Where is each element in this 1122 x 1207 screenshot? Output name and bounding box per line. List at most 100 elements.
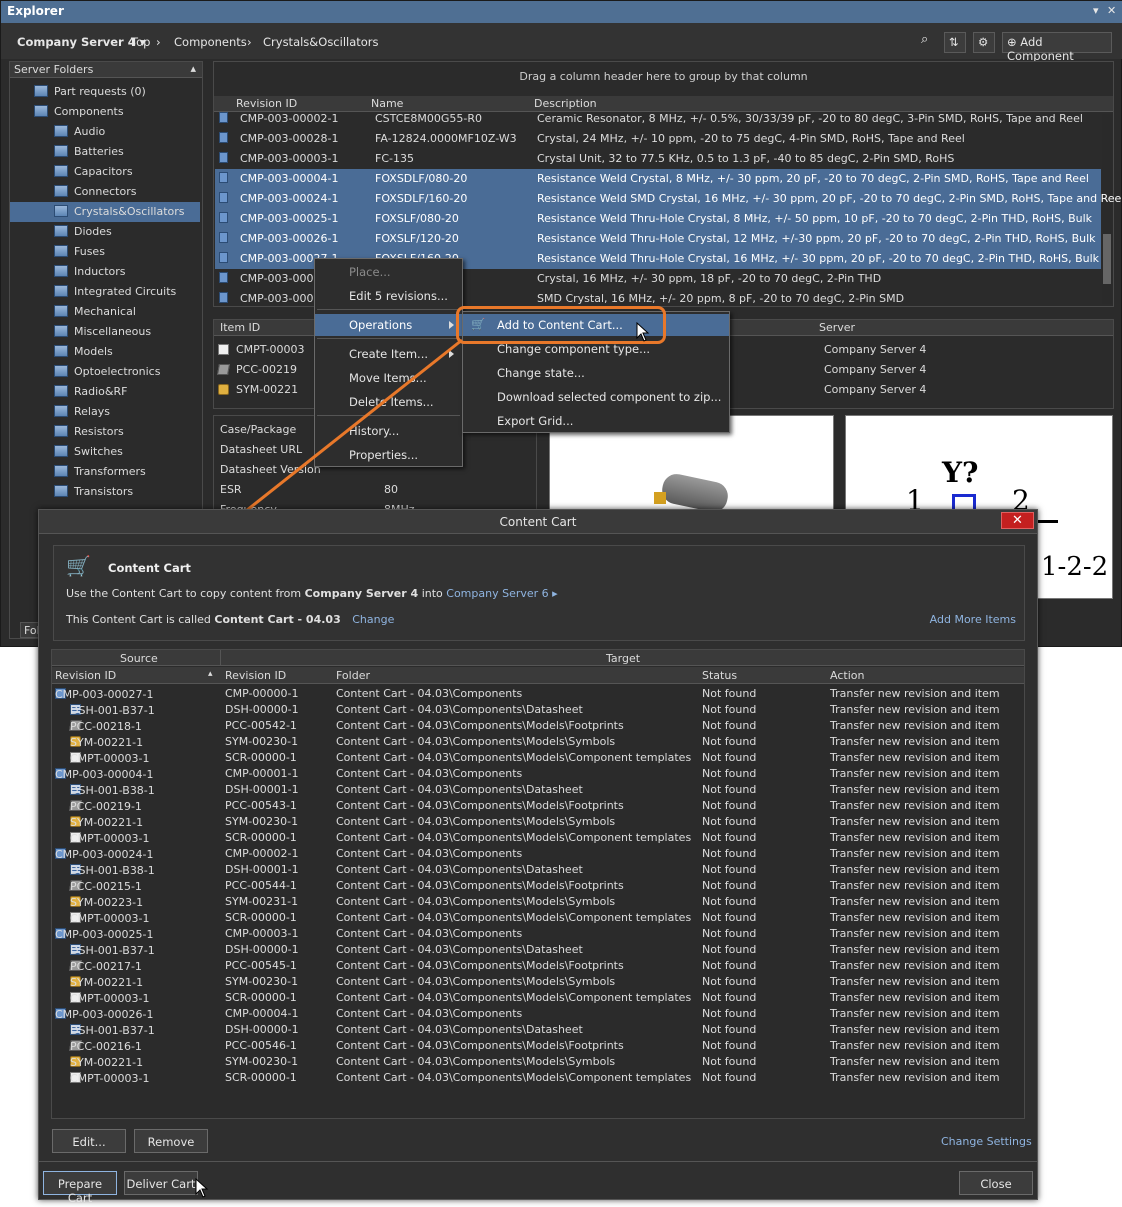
table-row[interactable]: CMP-003-00025-1 FOXSLF/080-20 Resistance W… [215,209,1101,229]
table-row[interactable]: CMP-003-00028-1 FA-12824.0000MF10Z-W3 Crys… [215,129,1101,149]
col-server[interactable]: Server [819,321,855,334]
folder-item[interactable]: Mechanical [10,302,200,322]
change-name-link[interactable]: Change [352,613,394,626]
components-scrollbar[interactable] [1102,114,1112,304]
folder-item[interactable]: Components [10,102,200,122]
table-row[interactable]: CMP-003-00026-1 CMP-00004-1 Content Cart -… [52,1006,1024,1022]
refresh-icon[interactable]: ⇅ [944,32,966,53]
table-row[interactable]: PCC-00215-1 PCC-00544-1 Content Cart - 04.… [52,878,1024,894]
server-selector[interactable]: Company Server 4 ▾ [17,35,146,49]
table-row[interactable]: SYM-00221-1 SYM-00230-1 Content Cart - 04.… [52,1054,1024,1070]
row-revision-id: CMP-003-00025-1 [240,212,339,225]
add-more-items-link[interactable]: Add More Items [930,613,1016,626]
table-row[interactable]: CMPT-00003-1 SCR-00000-1 Content Cart - 04… [52,910,1024,926]
col-target-revision[interactable]: Revision ID [225,669,286,682]
col-source-revision[interactable]: Revision ID [55,669,116,682]
menu-download-zip[interactable]: Download selected component to zip... [463,386,729,408]
row-action: Transfer new revision and item [830,831,1000,844]
table-row[interactable]: DSH-001-B38-1 DSH-00001-1 Content Cart - 0… [52,862,1024,878]
folder-item[interactable]: Batteries [10,142,200,162]
table-row[interactable]: CMP-003-00003-1 FC-135 Crystal Unit, 32 to… [215,149,1101,169]
target-revision: CMP-00000-1 [225,687,299,700]
folder-label: Connectors [74,185,137,198]
target-folder: Content Cart - 04.03\Components\Datashee… [336,783,583,796]
table-row[interactable]: CMP-003-00024-1 CMP-00002-1 Content Cart -… [52,846,1024,862]
target-folder: Content Cart - 04.03\Components\Datashee… [336,703,583,716]
folder-item[interactable]: Fuses [10,242,200,262]
row-action: Transfer new revision and item [830,927,1000,940]
menu-edit-revisions[interactable]: Edit 5 revisions... [315,285,462,307]
table-row[interactable]: SYM-00223-1 SYM-00231-1 Content Cart - 04.… [52,894,1024,910]
scroll-thumb[interactable] [1103,234,1111,284]
table-row[interactable]: SYM-00221-1 SYM-00230-1 Content Cart - 04.… [52,814,1024,830]
menu-place[interactable]: Place... [315,261,462,283]
target-folder: Content Cart - 04.03\Components\Datashee… [336,1023,583,1036]
table-row[interactable]: PCC-00216-1 PCC-00546-1 Content Cart - 04.… [52,1038,1024,1054]
folder-item[interactable]: Connectors [10,182,200,202]
folder-item[interactable]: Crystals&Oscillators [10,202,200,222]
breadcrumb-top[interactable]: Top [131,35,150,49]
folder-icon [54,425,68,437]
menu-export-grid[interactable]: Export Grid... [463,410,729,432]
table-row[interactable]: PCC-00219-1 PCC-00543-1 Content Cart - 04.… [52,798,1024,814]
prepare-cart-button[interactable]: Prepare Cart [43,1171,117,1205]
folder-label: Models [74,345,113,358]
target-revision: CMP-00002-1 [225,847,299,860]
table-row[interactable]: CMP-003-00004-1 CMP-00001-1 Content Cart -… [52,766,1024,782]
folder-label: Inductors [74,265,126,278]
table-row[interactable]: PCC-00217-1 PCC-00545-1 Content Cart - 04.… [52,958,1024,974]
folder-item[interactable]: Diodes [10,222,200,242]
table-row[interactable]: DSH-001-B38-1 DSH-00001-1 Content Cart - 0… [52,782,1024,798]
breadcrumb-crystals[interactable]: Crystals&Oscillators [263,35,379,49]
search-icon[interactable]: ⌕ [921,32,928,47]
folder-item[interactable]: Part requests (0) [10,82,200,102]
folder-item[interactable]: Inductors [10,262,200,282]
remove-button[interactable]: Remove [134,1129,208,1153]
table-row[interactable]: CMPT-00003-1 SCR-00000-1 Content Cart - 04… [52,1070,1024,1086]
pin-icon[interactable]: ▾ [1093,4,1099,17]
folder-item[interactable]: Integrated Circuits [10,282,200,302]
table-row[interactable]: CMPT-00003-1 SCR-00000-1 Content Cart - 04… [52,990,1024,1006]
table-row[interactable]: CMP-003-00026-1 FOXSLF/120-20 Resistance W… [215,229,1101,249]
change-settings-link[interactable]: Change Settings [941,1135,1032,1148]
row-description: Crystal, 16 MHz, +/- 30 ppm, 18 pF, -20 … [537,272,882,285]
target-server-selector[interactable]: Company Server 6 ▸ [446,587,557,600]
table-row[interactable]: CMPT-00003-1 SCR-00000-1 Content Cart - 04… [52,830,1024,846]
table-row[interactable]: CMP-003-00002-1 CSTCE8M00G55-R0 Ceramic Re… [215,109,1101,129]
edit-button[interactable]: Edit... [52,1129,126,1153]
add-component-button[interactable]: ⊕ Add Component [1002,32,1112,63]
table-row[interactable]: CMP-003-00027-1 CMP-00000-1 Content Cart -… [52,686,1024,702]
folder-label: Integrated Circuits [74,285,177,298]
table-row[interactable]: DSH-001-B37-1 DSH-00000-1 Content Cart - 0… [52,942,1024,958]
table-row[interactable]: CMP-003-00025-1 CMP-00003-1 Content Cart -… [52,926,1024,942]
menu-change-state[interactable]: Change state... [463,362,729,384]
folder-item[interactable]: Capacitors [10,162,200,182]
col-action[interactable]: Action [830,669,864,682]
table-row[interactable]: PCC-00218-1 PCC-00542-1 Content Cart - 04.… [52,718,1024,734]
table-row[interactable]: SYM-00221-1 SYM-00230-1 Content Cart - 04.… [52,974,1024,990]
target-revision: CMP-00004-1 [225,1007,299,1020]
folder-item[interactable]: Audio [10,122,200,142]
cart-columns-header: Revision ID ▴ Revision ID Folder Status … [52,667,1024,684]
folder-icon [54,465,68,477]
table-row[interactable]: CMP-003-00004-1 FOXSDLF/080-20 Resistance … [215,169,1101,189]
component-icon [219,192,228,203]
breadcrumb-components[interactable]: Components [174,35,247,49]
gear-icon[interactable]: ⚙ [973,32,995,53]
col-folder[interactable]: Folder [336,669,370,682]
cart-close-button[interactable]: ✕ [1001,512,1034,529]
table-row[interactable]: CMP-003-00024-1 FOXSDLF/160-20 Resistance … [215,189,1122,209]
close-icon[interactable]: ✕ [1107,4,1116,17]
target-revision: DSH-00001-1 [225,863,299,876]
deliver-cart-button[interactable]: Deliver Cart [124,1171,198,1195]
cart-use-text: Use the Content Cart to copy content fro… [66,587,558,600]
col-status[interactable]: Status [702,669,737,682]
table-row[interactable]: DSH-001-B37-1 DSH-00000-1 Content Cart - 0… [52,1022,1024,1038]
folder-icon [54,165,68,177]
folder-label: Capacitors [74,165,133,178]
table-row[interactable]: DSH-001-B37-1 DSH-00000-1 Content Cart - 0… [52,702,1024,718]
table-row[interactable]: CMPT-00003-1 SCR-00000-1 Content Cart - 04… [52,750,1024,766]
target-folder: Content Cart - 04.03\Components\Models\C… [336,991,692,1004]
table-row[interactable]: SYM-00221-1 SYM-00230-1 Content Cart - 04.… [52,734,1024,750]
close-button[interactable]: Close [959,1171,1033,1195]
